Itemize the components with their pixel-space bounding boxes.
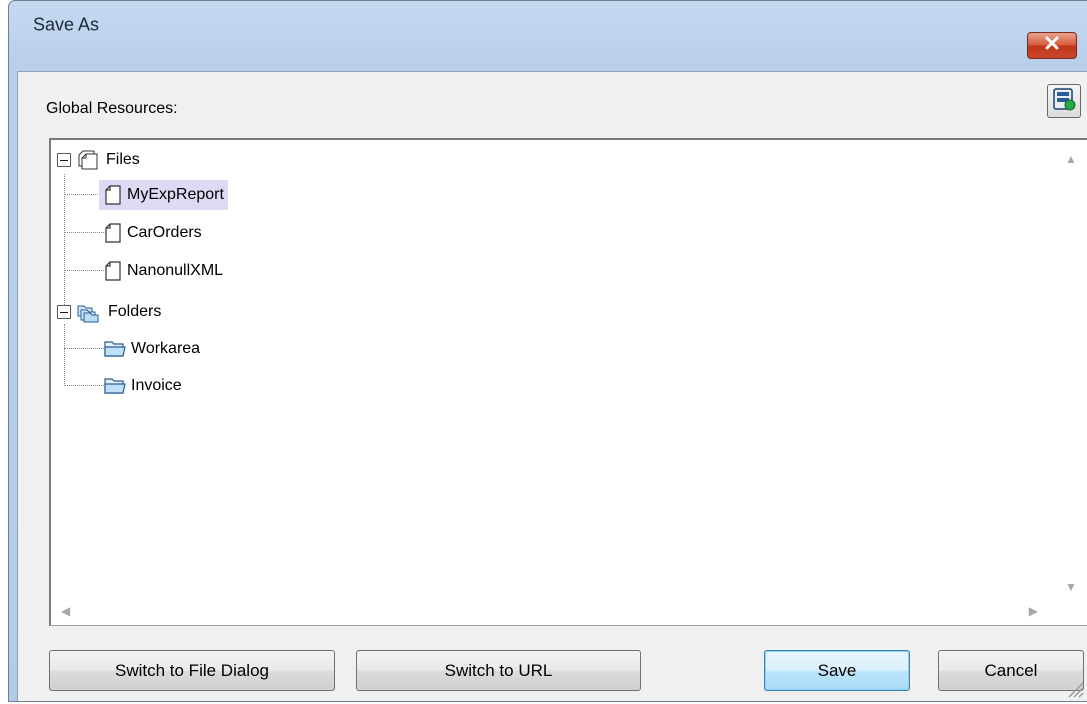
scroll-right-arrow-icon[interactable]: ▶ bbox=[1029, 604, 1038, 618]
title-bar[interactable]: Save As bbox=[9, 1, 1087, 59]
global-resources-icon bbox=[1052, 87, 1076, 116]
folders-group-icon bbox=[76, 301, 100, 323]
files-group-icon bbox=[76, 149, 98, 171]
tree-item-folder[interactable]: Invoice bbox=[99, 371, 186, 401]
global-resources-button[interactable] bbox=[1047, 84, 1081, 118]
folder-icon bbox=[103, 375, 127, 397]
scroll-down-arrow-icon[interactable]: ▼ bbox=[1065, 580, 1077, 594]
close-icon bbox=[1044, 36, 1060, 55]
files-collapse-toggle[interactable] bbox=[57, 153, 71, 167]
tree-node-folders[interactable]: Folders bbox=[76, 297, 165, 327]
files-label: Files bbox=[106, 151, 140, 168]
file-label-carorders: CarOrders bbox=[127, 224, 202, 241]
folder-label-workarea: Workarea bbox=[131, 340, 201, 357]
resize-grip-icon[interactable] bbox=[1063, 677, 1085, 699]
tree-item-file[interactable]: CarOrders bbox=[99, 218, 206, 248]
save-button[interactable]: Save bbox=[764, 650, 910, 691]
folders-collapse-toggle[interactable] bbox=[57, 305, 71, 319]
dialog-title: Save As bbox=[33, 14, 100, 35]
resources-tree[interactable]: Files MyExpReport CarOrders NanonullXML … bbox=[49, 138, 1087, 626]
file-label-myexpreport: MyExpReport bbox=[127, 186, 224, 203]
switch-to-file-dialog-button[interactable]: Switch to File Dialog bbox=[49, 650, 335, 691]
file-icon bbox=[103, 222, 123, 244]
dialog-body: Global Resources: Files MyExpReport CarO… bbox=[17, 71, 1087, 701]
horizontal-scrollbar[interactable]: ◀ ▶ bbox=[51, 599, 1087, 625]
save-as-dialog: Save As Global Resources: Files MyExpRep… bbox=[8, 0, 1087, 702]
tree-item-file[interactable]: MyExpReport bbox=[99, 180, 228, 210]
scroll-up-arrow-icon[interactable]: ▲ bbox=[1065, 152, 1077, 166]
tree-item-file[interactable]: NanonullXML bbox=[99, 256, 227, 286]
switch-to-url-button[interactable]: Switch to URL bbox=[356, 650, 641, 691]
folders-label: Folders bbox=[108, 303, 162, 320]
tree-item-folder[interactable]: Workarea bbox=[99, 334, 204, 364]
tree-node-files[interactable]: Files bbox=[76, 145, 144, 175]
vertical-scrollbar[interactable]: ▲ ▼ bbox=[1054, 140, 1087, 602]
folder-label-invoice: Invoice bbox=[131, 377, 182, 394]
file-icon bbox=[103, 260, 123, 282]
file-label-nanonullxml: NanonullXML bbox=[127, 262, 224, 279]
folder-icon bbox=[103, 338, 127, 360]
global-resources-label: Global Resources: bbox=[46, 100, 178, 117]
close-button[interactable] bbox=[1027, 32, 1077, 59]
scroll-left-arrow-icon[interactable]: ◀ bbox=[61, 604, 70, 618]
file-icon bbox=[103, 184, 123, 206]
